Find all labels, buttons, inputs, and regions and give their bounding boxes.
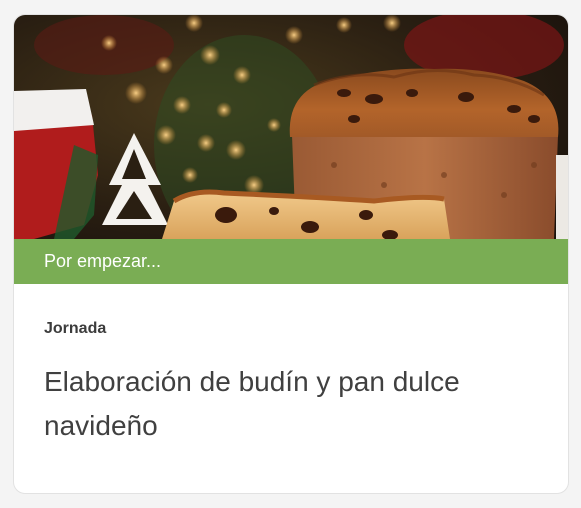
category-label: Jornada bbox=[44, 320, 107, 337]
card-image bbox=[14, 15, 568, 239]
course-card[interactable]: Por empezar... Jornada Elaboración de bu… bbox=[13, 14, 569, 494]
status-label: Por empezar... bbox=[44, 251, 162, 271]
status-banner: Por empezar... bbox=[14, 239, 568, 284]
panettone-photo bbox=[14, 15, 568, 239]
card-body: Jornada Elaboración de budín y pan dulce… bbox=[14, 284, 568, 493]
card-title[interactable]: Elaboración de budín y pan dulce navideñ… bbox=[44, 360, 524, 448]
